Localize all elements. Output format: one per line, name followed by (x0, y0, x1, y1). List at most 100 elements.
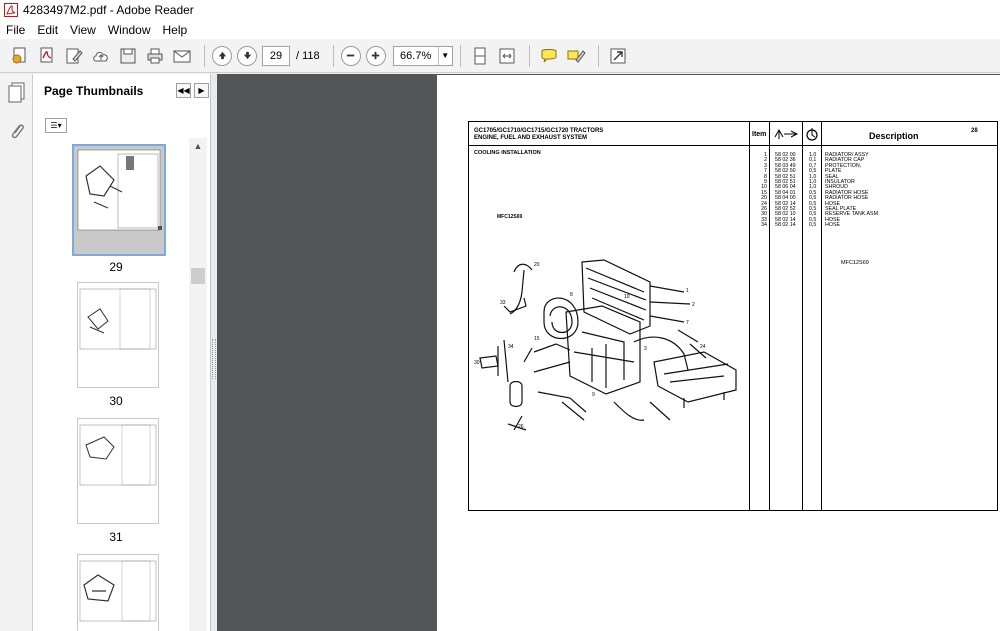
printer-icon (147, 48, 163, 63)
thumbnail-preview (79, 560, 157, 622)
menu-help[interactable]: Help (163, 23, 188, 37)
scroll-up-icon[interactable]: ▲ (189, 138, 207, 154)
thumbnail-page-31[interactable] (77, 418, 159, 524)
thumbnail-scrollbar[interactable]: ▲ (189, 138, 207, 631)
thumbnail-label: 31 (109, 530, 123, 544)
menu-file[interactable]: File (6, 23, 25, 37)
page-total-label: / 118 (296, 49, 320, 62)
figure-label: MFC12S69 (497, 214, 523, 220)
expand-button[interactable] (606, 44, 630, 68)
toolbar: / 118 ▼ (0, 39, 1000, 73)
page-thumbnails-button[interactable] (7, 82, 27, 104)
column-divider (802, 122, 803, 510)
toolbar-separator (459, 44, 461, 67)
thumbnail-preview (79, 424, 157, 486)
callout-label: 24 (700, 344, 706, 350)
pages-icon (8, 82, 25, 103)
header-line-1: GC1705/GC1710/GC1715/GC1720 TRACTORS (474, 128, 604, 134)
attachments-button[interactable] (7, 120, 27, 142)
fit-page-icon (474, 47, 486, 64)
right-arrow-icon: ▶ (198, 86, 205, 95)
page-number-label: 28 (971, 128, 978, 134)
zoom-in-button[interactable] (365, 45, 386, 66)
thumbnail-page-32[interactable] (77, 554, 159, 631)
options-menu-icon: ☰▾ (50, 121, 62, 130)
chevron-down-icon[interactable]: ▼ (437, 46, 452, 65)
fit-page-button[interactable] (468, 44, 492, 68)
expand-panel-button[interactable]: ▶ (194, 83, 209, 98)
menu-view[interactable]: View (70, 23, 96, 37)
reference-code: MFC12S69 (841, 260, 869, 266)
thumbnail-page-30[interactable] (77, 282, 159, 388)
callout-label: 3 (644, 346, 647, 352)
thumbnail-label: 30 (109, 394, 123, 408)
previous-page-button[interactable] (212, 45, 232, 66)
callout-label: 8 (570, 292, 573, 298)
highlight-button[interactable] (564, 44, 588, 68)
collapse-panel-button[interactable]: ◀◀ (176, 83, 191, 98)
parts-sheet: GC1705/GC1710/GC1715/GC1720 TRACTORS ENG… (468, 121, 998, 511)
menu-bar: File Edit View Window Help (0, 20, 1000, 39)
column-divider (769, 122, 770, 510)
toolbar-separator (332, 44, 334, 67)
export-pdf-button[interactable] (35, 44, 59, 68)
document-view[interactable]: GC1705/GC1710/GC1715/GC1720 TRACTORS ENG… (217, 74, 1000, 631)
zoom-select[interactable]: ▼ (392, 45, 453, 66)
pdf-page: GC1705/GC1710/GC1715/GC1720 TRACTORS ENG… (437, 75, 1000, 631)
comment-bubble-icon (541, 48, 557, 62)
floppy-disk-icon (120, 48, 136, 63)
comment-button[interactable] (537, 44, 561, 68)
thumbnail-list: 29 30 31 (43, 138, 189, 631)
splitter-grip[interactable] (212, 339, 216, 379)
email-button[interactable] (170, 44, 194, 68)
arrow-down-icon (243, 51, 251, 60)
document-header: GC1705/GC1710/GC1715/GC1720 TRACTORS ENG… (474, 128, 603, 142)
fit-width-icon (499, 48, 515, 63)
highlighter-icon (567, 49, 586, 63)
zoom-out-button[interactable] (340, 45, 361, 66)
edit-pdf-button[interactable] (62, 44, 86, 68)
window-title: 4283497M2.pdf - Adobe Reader (23, 3, 194, 17)
arrow-up-icon (218, 51, 226, 60)
create-pdf-button[interactable] (8, 44, 32, 68)
page-number-input[interactable] (262, 45, 290, 66)
menu-window[interactable]: Window (108, 23, 151, 37)
expand-arrows-icon (610, 48, 626, 63)
double-left-arrow-icon: ◀◀ (177, 86, 190, 95)
print-button[interactable] (143, 44, 167, 68)
callout-label: 26 (518, 424, 524, 430)
pencil-page-icon (66, 48, 83, 63)
thumbnail-options-button[interactable]: ☰▾ (45, 118, 67, 133)
column-description-heading: Description (869, 131, 919, 141)
adobe-reader-window: 4283497M2.pdf - Adobe Reader File Edit V… (0, 0, 1000, 631)
fit-width-button[interactable] (495, 44, 519, 68)
navigation-panel (0, 74, 33, 631)
callout-label: 2 (692, 302, 695, 308)
callout-label: 20 (534, 262, 540, 268)
thumbnails-title: Page Thumbnails (44, 84, 144, 98)
thumbnail-preview (79, 288, 157, 350)
part-number-icon (774, 128, 799, 139)
title-bar: 4283497M2.pdf - Adobe Reader (0, 0, 1000, 20)
callout-label: 33 (500, 300, 506, 306)
cloud-upload-icon (93, 51, 108, 61)
section-title: COOLING INSTALLATION (474, 150, 541, 156)
cooling-system-diagram: 20 33 1 2 7 34 30 15 24 26 10 8 9 3 (474, 259, 737, 431)
create-pdf-icon (12, 47, 26, 63)
minus-icon (346, 54, 355, 57)
part-description: HOSE (825, 222, 841, 229)
next-page-button[interactable] (237, 45, 257, 66)
menu-edit[interactable]: Edit (37, 23, 58, 37)
callout-label: 10 (624, 294, 630, 300)
envelope-icon (173, 50, 191, 62)
cloud-upload-button[interactable] (89, 44, 113, 68)
thumbnails-panel: Page Thumbnails ◀◀ ▶ ☰▾ 29 30 31 ▲ (33, 74, 211, 631)
thumbnail-page-29[interactable] (72, 144, 166, 256)
part-item-number: 34 (761, 222, 767, 229)
toolbar-separator (528, 44, 530, 67)
header-divider (469, 145, 997, 146)
save-button[interactable] (116, 44, 140, 68)
thumbnail-label: 29 (109, 260, 123, 274)
zoom-input[interactable] (393, 46, 438, 65)
scrollbar-thumb[interactable] (191, 268, 205, 284)
